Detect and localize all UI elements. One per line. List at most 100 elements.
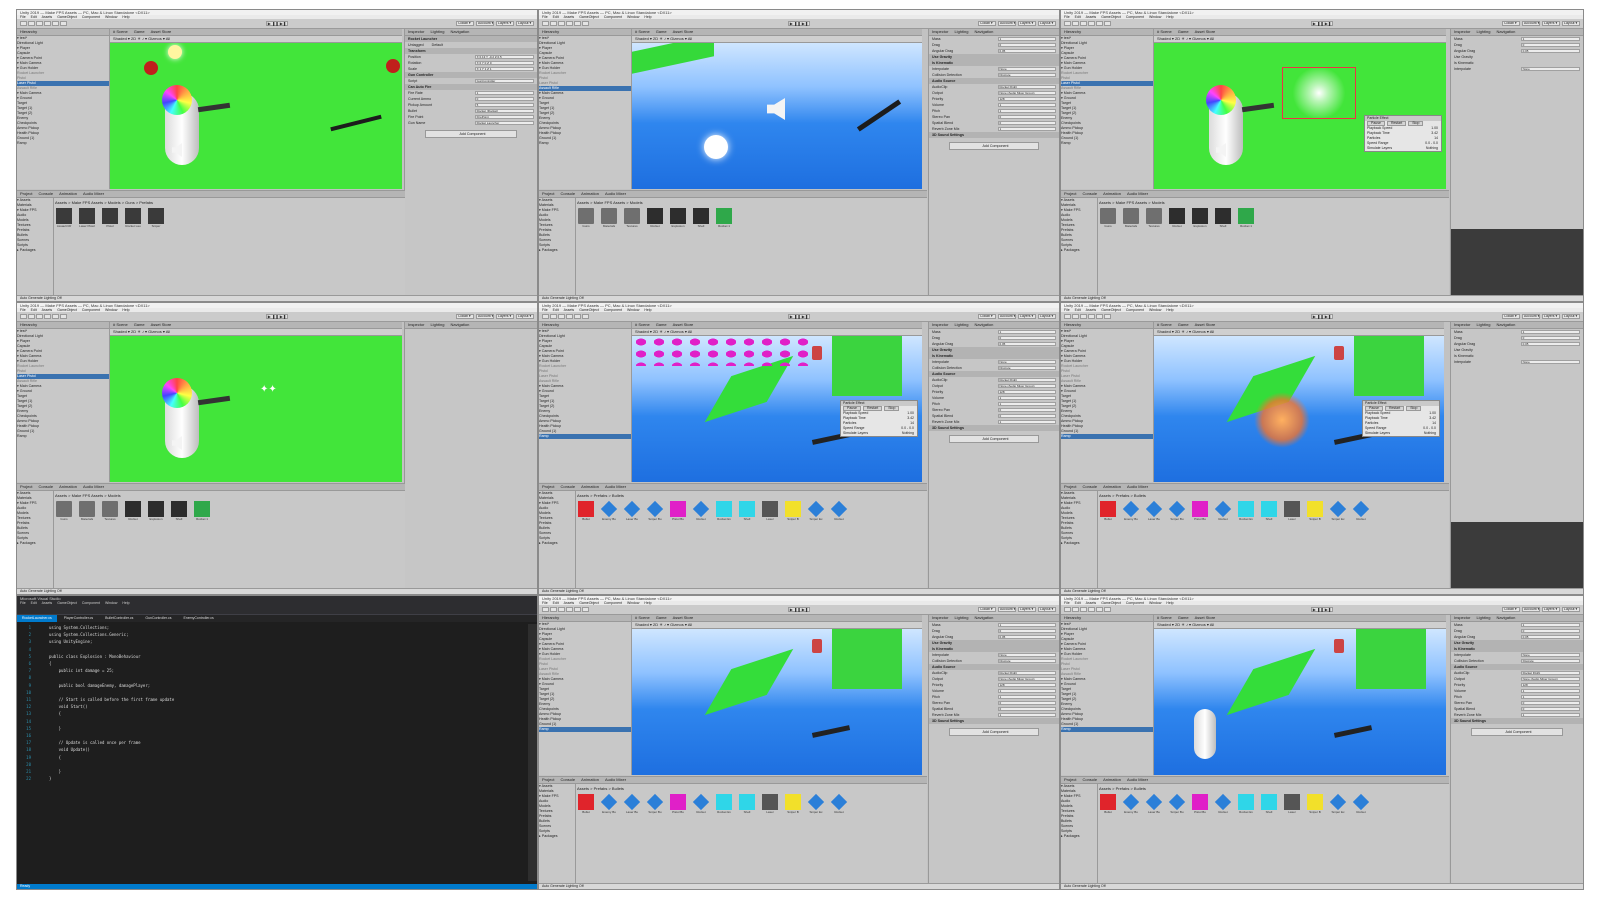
asset-item[interactable]: Rocket Lau <box>124 208 142 228</box>
inspector-field[interactable]: 128 <box>997 683 1056 687</box>
asset-item[interactable]: Rocket <box>1352 793 1370 814</box>
add-component-button[interactable]: Add Component <box>1471 728 1563 736</box>
project-breadcrumb[interactable]: Assets > Make FPS Assets > Models <box>577 200 643 205</box>
asset-item[interactable]: Laser <box>761 501 779 521</box>
hand-tool-button[interactable] <box>20 314 27 319</box>
asset-item[interactable]: Rocket Ex <box>715 794 733 814</box>
tab-game[interactable]: Game <box>134 322 145 327</box>
tab-scene[interactable]: # Scene <box>1157 29 1172 34</box>
tab-asset-store[interactable]: Asset Store <box>673 615 694 620</box>
asset-item[interactable]: Sniper B <box>784 794 802 814</box>
rotate-tool-button[interactable] <box>1080 314 1087 319</box>
project-breadcrumb[interactable]: Assets > Prefabs > Bullets <box>1099 786 1146 791</box>
layers-dropdown[interactable]: Layers ▾ <box>496 314 514 319</box>
asset-item[interactable]: Sniper Ex <box>1329 793 1347 814</box>
transform-tool-button[interactable] <box>60 21 67 26</box>
play-controls[interactable]: ▶ ❚❚ ▶❚ <box>1311 607 1333 612</box>
inspector-field[interactable]: 0.05 <box>1520 342 1580 346</box>
inspector-field[interactable]: Discrete <box>997 366 1056 370</box>
project-breadcrumb[interactable]: Assets > Make FPS Assets > Models <box>1099 200 1165 205</box>
layer-dropdown[interactable]: Default <box>432 43 443 47</box>
collab-dropdown[interactable]: Collab ▾ <box>456 21 474 26</box>
tab-asset-store[interactable]: Asset Store <box>1195 615 1216 620</box>
inspector-field[interactable]: 1 <box>997 396 1056 400</box>
layers-dropdown[interactable]: Layers ▾ <box>1018 314 1036 319</box>
rect-tool-button[interactable] <box>1096 21 1103 26</box>
tab-console[interactable]: Console <box>560 191 575 196</box>
inspector-field[interactable]: 0 <box>997 414 1056 418</box>
inspector-field[interactable]: 0 <box>997 408 1056 412</box>
tab-console[interactable]: Console <box>560 484 575 489</box>
scale-tool-button[interactable] <box>1088 21 1095 26</box>
asset-item[interactable]: Laser Bu <box>623 793 641 814</box>
tab-game[interactable]: Game <box>1178 29 1189 34</box>
add-component-button[interactable]: Add Component <box>425 130 517 138</box>
transform-tool-button[interactable] <box>1104 607 1111 612</box>
scene-toolbar[interactable]: Shaded ▾ 2D ☀ ♪ ▾ Gizmos ▾ All <box>632 622 922 629</box>
tab-animation[interactable]: Animation <box>581 191 599 196</box>
layers-dropdown[interactable]: Layers ▾ <box>1542 314 1560 319</box>
tab-hierarchy[interactable]: Hierarchy <box>542 615 559 620</box>
tab-project[interactable]: Project <box>1064 777 1076 782</box>
tab-inspector[interactable]: Inspector <box>1454 615 1470 620</box>
asset-item[interactable]: Enemy Bu <box>600 500 618 521</box>
collab-dropdown[interactable]: Collab ▾ <box>978 607 996 612</box>
hierarchy-row[interactable]: Ramp <box>539 727 631 732</box>
rect-tool-button[interactable] <box>574 607 581 612</box>
asset-item[interactable]: Sniper Ex <box>807 500 825 521</box>
asset-item[interactable]: Laser Bu <box>1145 793 1163 814</box>
inspector-field[interactable]: 0 <box>997 629 1056 633</box>
move-tool-button[interactable] <box>550 314 557 319</box>
inspector-field[interactable]: 0 <box>997 115 1056 119</box>
scene-viewport[interactable] <box>632 629 922 775</box>
collab-dropdown[interactable]: Collab ▾ <box>1502 21 1520 26</box>
asset-item[interactable]: Rocket <box>692 500 710 521</box>
tab-asset-store[interactable]: Asset Store <box>1195 29 1216 34</box>
tab-inspector[interactable]: Inspector <box>1454 322 1470 327</box>
tab-inspector[interactable]: Inspector <box>932 29 948 34</box>
inspector-field[interactable]: 1 <box>997 713 1056 717</box>
particle-effect-panel[interactable]: Particle Effect Pause Restart Stop Playback … <box>1362 400 1440 437</box>
inspector-field[interactable]: X 0.13 Y -0.2 Z 0.5 <box>474 55 534 59</box>
tab-game[interactable]: Game <box>656 615 667 620</box>
inspector-field[interactable]: 1 <box>997 689 1056 693</box>
asset-item[interactable]: Bullet <box>1099 794 1117 814</box>
add-component-button[interactable]: Add Component <box>949 728 1039 736</box>
transform-tool-button[interactable] <box>1104 314 1111 319</box>
file-tab[interactable]: BulletController.cs <box>100 615 138 622</box>
inspector-field[interactable]: Rocket Launcher <box>474 121 534 125</box>
tab-audio-mixer[interactable]: Audio Mixer <box>83 191 104 196</box>
tab-project[interactable]: Project <box>20 484 32 489</box>
asset-item[interactable]: Guns <box>1099 208 1117 228</box>
transform-tool-button[interactable] <box>582 314 589 319</box>
tab-lighting[interactable]: Lighting <box>430 29 444 34</box>
inspector-field[interactable]: None (Audio Mixer Group) <box>1520 677 1580 681</box>
inspector-field[interactable]: 1 <box>1520 623 1580 627</box>
inspector-field[interactable]: Discrete <box>997 73 1056 77</box>
move-tool-button[interactable] <box>550 21 557 26</box>
asset-item[interactable]: Sniper Bu <box>1168 793 1186 814</box>
tab-inspector[interactable]: Inspector <box>932 322 948 327</box>
tab-audio-mixer[interactable]: Audio Mixer <box>1127 777 1148 782</box>
collab-dropdown[interactable]: Collab ▾ <box>1502 314 1520 319</box>
tab-audio-mixer[interactable]: Audio Mixer <box>605 191 626 196</box>
asset-item[interactable]: Sniper Bu <box>646 500 664 521</box>
tab-console[interactable]: Console <box>560 777 575 782</box>
asset-item[interactable]: Bullet <box>577 794 595 814</box>
scene-toolbar[interactable]: Shaded ▾ 2D ☀ ♪ ▾ Gizmos ▾ All <box>1154 329 1444 336</box>
tab-project[interactable]: Project <box>542 484 554 489</box>
play-controls[interactable]: ▶ ❚❚ ▶❚ <box>1311 21 1333 26</box>
inspector-field[interactable]: 0.05 <box>997 49 1056 53</box>
rect-tool-button[interactable] <box>1096 607 1103 612</box>
layout-dropdown[interactable]: Layout ▾ <box>1562 21 1580 26</box>
rect-tool-button[interactable] <box>574 21 581 26</box>
tag-dropdown[interactable]: Untagged <box>408 43 424 47</box>
layers-dropdown[interactable]: Layers ▾ <box>1018 21 1036 26</box>
inspector-field[interactable]: Rocket Flight <box>997 671 1056 675</box>
scene-viewport[interactable]: Particle Effect Pause Restart Stop Playback … <box>1154 336 1444 482</box>
hierarchy-row[interactable]: Ramp <box>1061 434 1153 439</box>
hand-tool-button[interactable] <box>20 21 27 26</box>
asset-item[interactable]: Pistol Bu <box>1191 794 1209 814</box>
inspector-field[interactable]: 0.05 <box>1520 49 1580 53</box>
tab-audio-mixer[interactable]: Audio Mixer <box>605 777 626 782</box>
